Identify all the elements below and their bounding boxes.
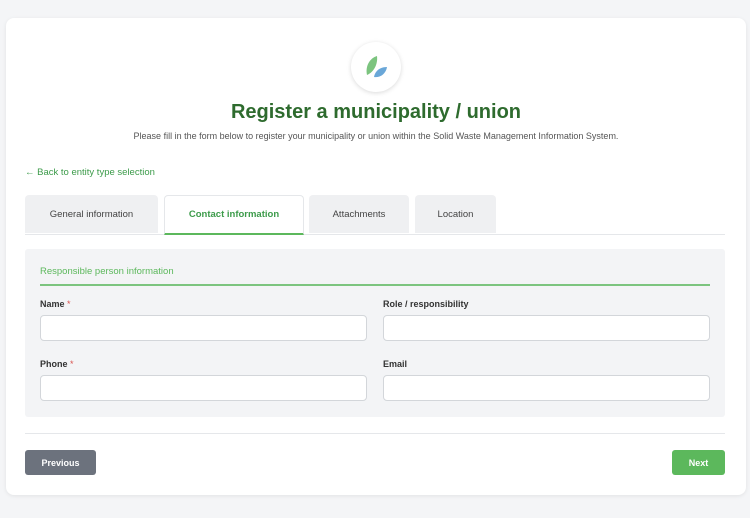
email-label: Email	[383, 359, 407, 369]
phone-label-text: Phone	[40, 359, 68, 369]
required-marker: *	[67, 299, 71, 309]
role-label: Role / responsibility	[383, 299, 469, 309]
phone-input[interactable]	[40, 375, 367, 401]
tab-attachments[interactable]: Attachments	[309, 195, 409, 233]
page-title: Register a municipality / union	[230, 101, 522, 123]
phone-label: Phone *	[40, 359, 74, 369]
back-to-entity-type-link[interactable]: ← Back to entity type selection	[25, 167, 155, 178]
section-title: Responsible person information	[40, 266, 174, 277]
leaf-icon	[366, 56, 387, 78]
page-subtitle: Please fill in the form below to registe…	[133, 131, 619, 141]
required-marker: *	[70, 359, 74, 369]
section-divider	[40, 284, 710, 286]
name-label: Name *	[40, 299, 71, 309]
name-input[interactable]	[40, 315, 367, 341]
contact-form-panel: Responsible person information Name * Ro…	[25, 249, 725, 417]
registration-card: Register a municipality / union Please f…	[6, 18, 746, 495]
tab-location[interactable]: Location	[415, 195, 496, 233]
next-button[interactable]: Next	[672, 450, 725, 475]
name-label-text: Name	[40, 299, 65, 309]
email-input[interactable]	[383, 375, 710, 401]
email-label-text: Email	[383, 359, 408, 369]
tab-contact-information[interactable]: Contact information	[164, 195, 304, 235]
tab-general-information[interactable]: General information	[25, 195, 158, 233]
logo	[351, 42, 401, 92]
role-label-text: Role / responsibility	[383, 299, 469, 309]
role-input[interactable]	[383, 315, 710, 341]
previous-button[interactable]: Previous	[25, 450, 96, 475]
footer-divider	[25, 433, 725, 434]
form-tabs: General information Contact information …	[25, 195, 725, 235]
